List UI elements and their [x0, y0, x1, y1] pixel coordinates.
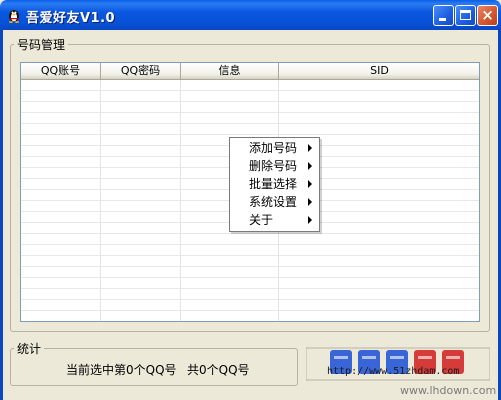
column-header-info[interactable]: 信息 — [181, 63, 279, 79]
submenu-arrow-icon — [308, 198, 312, 206]
menu-item-system-settings[interactable]: 系统设置 — [230, 193, 319, 211]
stats-group-label: 统计 — [14, 340, 45, 357]
menu-item-label: 批量选择 — [249, 177, 298, 191]
submenu-arrow-icon — [308, 162, 312, 170]
maximize-icon — [460, 10, 471, 20]
menu-item-about[interactable]: 关于 — [230, 211, 319, 229]
menu-item-add-number[interactable]: 添加号码 — [230, 139, 319, 157]
menu-item-label: 系统设置 — [249, 195, 298, 209]
close-icon: × — [481, 6, 494, 24]
minimize-button[interactable] — [433, 5, 454, 26]
selected-count-text: 当前选中第0个QQ号 — [66, 363, 177, 377]
watermark-url: http://www.51zhdam.com — [327, 366, 460, 377]
context-menu: 添加号码 删除号码 批量选择 系统设置 关于 — [229, 137, 320, 232]
account-group-label: 号码管理 — [14, 36, 69, 53]
column-header-sid[interactable]: SID — [279, 63, 479, 79]
column-divider — [100, 80, 101, 321]
menu-item-label: 关于 — [249, 213, 274, 227]
window-frame-left — [0, 30, 3, 400]
total-count-text: 共0个QQ号 — [187, 363, 250, 377]
menu-item-label: 添加号码 — [249, 141, 298, 155]
minimize-icon — [439, 18, 446, 21]
submenu-arrow-icon — [308, 216, 312, 224]
submenu-arrow-icon — [308, 180, 312, 188]
penguin-icon — [9, 10, 19, 23]
watermark-domain: www.lhdown.com — [400, 384, 497, 397]
window-title: 吾爱好友V1.0 — [26, 11, 116, 26]
submenu-arrow-icon — [308, 144, 312, 152]
column-header-qq-password[interactable]: QQ密码 — [101, 63, 181, 79]
title-bar[interactable]: 吾爱好友V1.0 × — [0, 0, 501, 30]
maximize-button[interactable] — [455, 5, 476, 26]
list-header: QQ账号 QQ密码 信息 SID — [21, 63, 479, 80]
column-header-qq-account[interactable]: QQ账号 — [21, 63, 101, 79]
menu-item-batch-select[interactable]: 批量选择 — [230, 175, 319, 193]
menu-item-delete-number[interactable]: 删除号码 — [230, 157, 319, 175]
close-button[interactable]: × — [477, 5, 498, 26]
menu-item-label: 删除号码 — [249, 159, 298, 173]
column-divider — [180, 80, 181, 321]
